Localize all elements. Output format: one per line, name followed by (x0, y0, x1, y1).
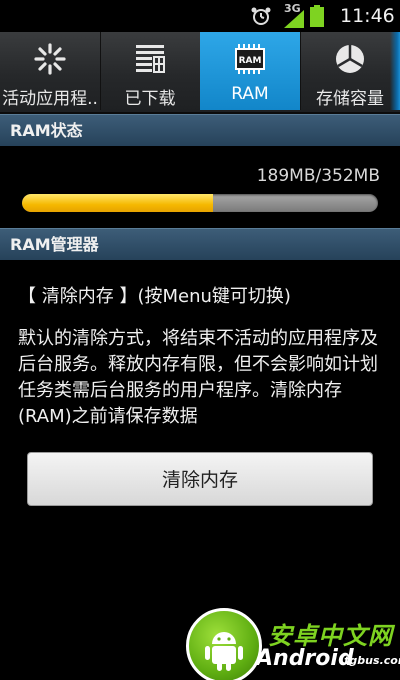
watermark-domain-text: .tgbus.com (340, 654, 400, 667)
tab-ram[interactable]: RAM RAM (200, 32, 301, 110)
watermark-logo: 安卓中文网 Android .tgbus.com (180, 600, 400, 680)
tab-scroll-indicator (390, 32, 400, 110)
tab-active-apps[interactable]: 活动应用程.. (0, 32, 101, 110)
tab-label: 活动应用程.. (2, 89, 98, 109)
section-header-ram-status: RAM状态 (0, 114, 400, 146)
tab-downloaded[interactable]: 已下载 (100, 32, 201, 110)
ram-usage-text: 189MB/352MB (256, 166, 380, 186)
ram-usage-progress-fill (22, 194, 214, 212)
battery-icon (310, 5, 324, 27)
loading-spinner-icon (34, 43, 66, 75)
tab-label: 存储容量 (316, 89, 384, 109)
android-robot-icon (186, 608, 262, 680)
signal-icon (284, 10, 304, 28)
downloaded-apps-icon (136, 45, 165, 73)
tab-bar: 活动应用程.. 已下载 RAM RAM 存储容量 (0, 32, 400, 114)
clear-memory-button[interactable]: 清除内存 (27, 452, 373, 506)
screen: 3G 11:46 活动应用程.. 已下载 RAM RAM 存储容量 RAM状态 … (0, 0, 400, 680)
tab-storage[interactable]: 存储容量 (300, 32, 400, 110)
alarm-clock-icon (251, 7, 271, 25)
status-bar: 3G 11:46 (0, 0, 400, 32)
ram-chip-text: RAM (239, 56, 262, 66)
clear-mode-label: 【 清除内存 】(按Menu键可切换) (18, 286, 291, 307)
tab-label: 已下载 (124, 89, 176, 109)
section-header-ram-manager: RAM管理器 (0, 228, 400, 260)
clock-time: 11:46 (340, 5, 395, 27)
pie-chart-icon (336, 45, 364, 73)
ram-usage-progress-bar (22, 194, 378, 212)
clear-mode-description: 默认的清除方式，将结束不活动的应用程序及后台服务。释放内存有限，但不会影响如计划… (18, 328, 378, 427)
tab-label: RAM (231, 84, 269, 104)
ram-chip-icon: RAM (235, 44, 265, 74)
